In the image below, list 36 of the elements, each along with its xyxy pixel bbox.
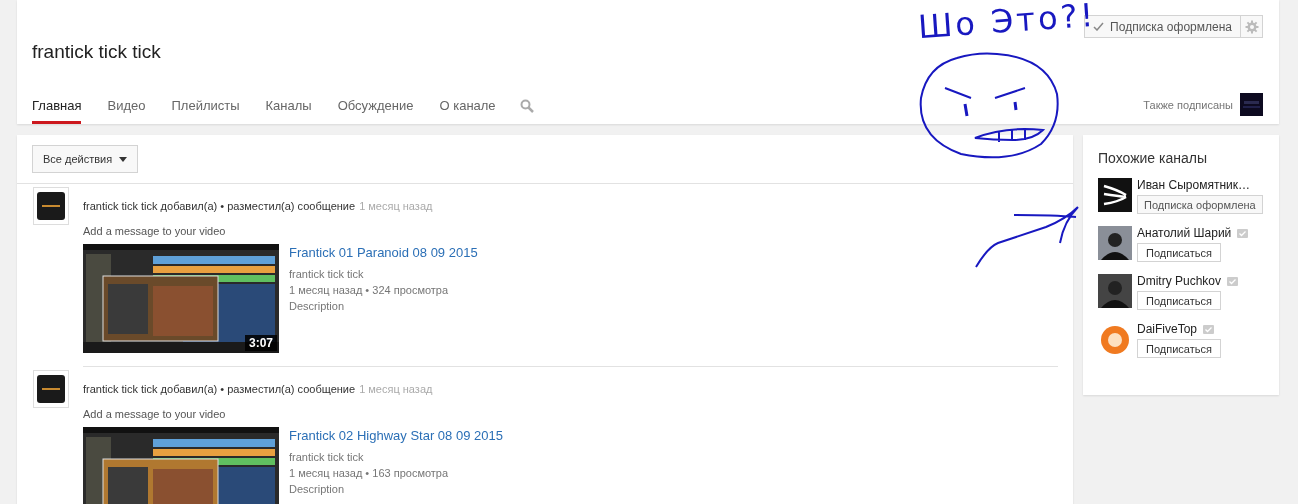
nav-tab[interactable]: О канале <box>439 98 496 124</box>
channel-name: frantick tick tick <box>289 451 365 463</box>
video-title-link[interactable]: Frantick 02 Highway Star 08 09 2015 <box>289 428 503 443</box>
video-duration: 3:07 <box>244 335 277 351</box>
nav-tab[interactable]: Видео <box>107 98 146 124</box>
nav-tab[interactable]: Обсуждение <box>337 98 414 124</box>
channel-title: frantick tick tick <box>32 41 161 63</box>
panel-title: Похожие каналы <box>1098 150 1208 166</box>
timestamp: 1 месяц назад <box>359 200 433 212</box>
subscribe-button[interactable]: Подписка оформлена <box>1137 195 1263 214</box>
channel-name: frantick tick tick <box>289 268 365 280</box>
video-description: Description <box>289 300 346 312</box>
activity-text: frantick tick tick добавил(а) • разместил(а) сообщение <box>83 383 356 395</box>
check-icon <box>1093 22 1105 31</box>
settings-icon <box>1244 19 1259 34</box>
subscribe-button[interactable]: Подписаться <box>1137 291 1221 310</box>
channel-name[interactable]: DaiFiveTop <box>1137 322 1198 336</box>
video-stats: 1 месяц назад • 163 просмотра <box>289 467 450 479</box>
channel-name[interactable]: Анатолий Шарий <box>1137 226 1232 240</box>
video-description: Description <box>289 483 346 495</box>
nav-tab[interactable]: Главная <box>32 98 82 124</box>
also-subscribed-label: Также подписаны <box>1143 98 1233 111</box>
video-title-link[interactable]: Frantick 01 Paranoid 08 09 2015 <box>289 245 478 260</box>
subscribe-button[interactable]: Подписаться <box>1137 339 1221 358</box>
nav-tab[interactable]: Каналы <box>265 98 312 124</box>
message-text: Add a message to your video <box>83 225 227 237</box>
timestamp: 1 месяц назад <box>359 383 433 395</box>
video-stats: 1 месяц назад • 324 просмотра <box>289 284 450 296</box>
nav-tab[interactable]: Плейлисты <box>171 98 240 124</box>
channel-name[interactable]: Dmitry Puchkov <box>1137 274 1222 288</box>
channel-name[interactable]: Иван Сыромятник… <box>1137 178 1250 192</box>
actions-dropdown[interactable]: Все действия <box>32 145 139 173</box>
subscribe-button[interactable]: Подписаться <box>1137 243 1221 262</box>
activity-text: frantick tick tick добавил(а) • разместил(а) сообщение <box>83 200 356 212</box>
caret-icon <box>119 156 128 162</box>
message-text: Add a message to your video <box>83 408 227 420</box>
